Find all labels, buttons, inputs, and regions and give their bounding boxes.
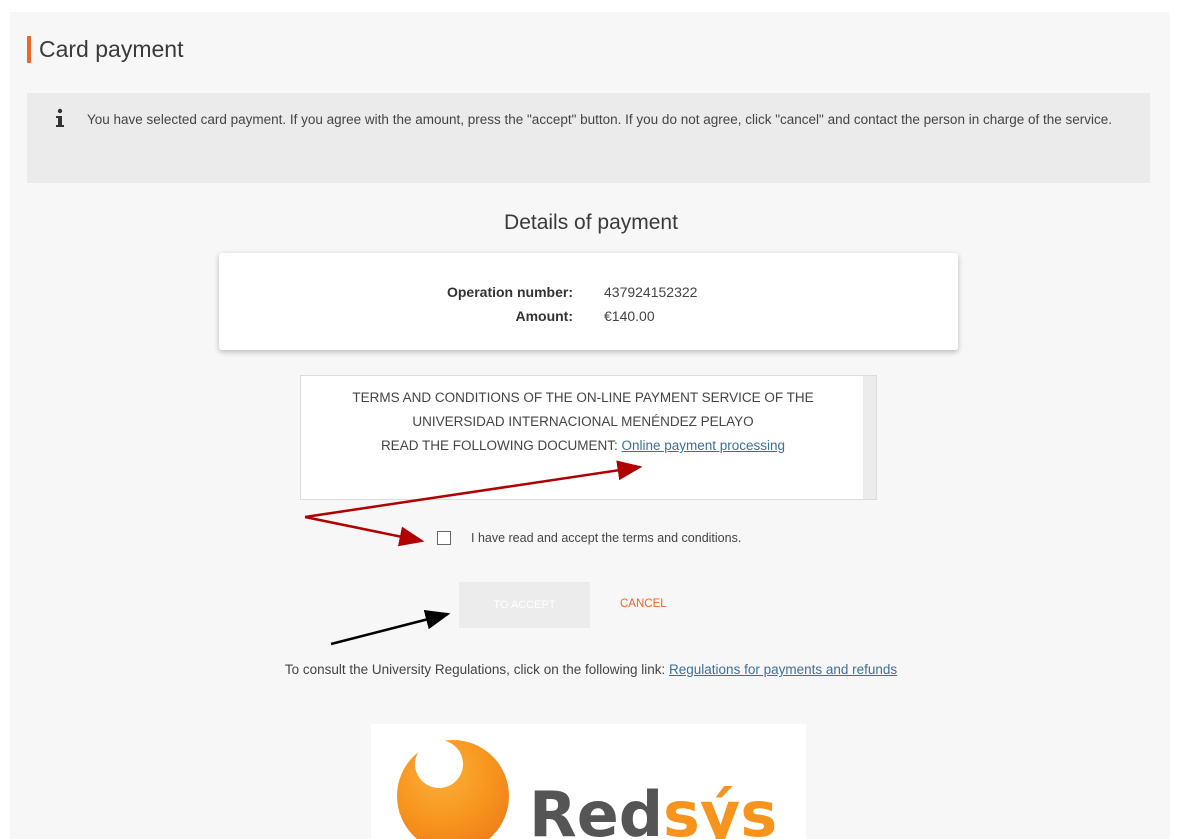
cancel-button[interactable]: CANCEL (620, 598, 667, 610)
terms-line-1: TERMS AND CONDITIONS OF THE ON-LINE PAYM… (352, 390, 814, 405)
terms-scrollbar[interactable] (863, 376, 876, 499)
title-accent-bar (27, 36, 31, 63)
accept-terms-checkbox[interactable] (437, 531, 451, 545)
page-title: Card payment (27, 36, 183, 63)
info-text: You have selected card payment. If you a… (87, 112, 1113, 127)
operation-number-label: Operation number: (446, 284, 573, 300)
online-payment-processing-link[interactable]: Online payment processing (621, 438, 785, 453)
terms-document-prefix: READ THE FOLLOWING DOCUMENT: (380, 438, 622, 453)
redsys-logo-graphic: Red sýs (397, 740, 777, 839)
page-title-text: Card payment (39, 36, 184, 62)
info-icon (56, 108, 64, 127)
terms-box: TERMS AND CONDITIONS OF THE ON-LINE PAYM… (300, 375, 877, 500)
amount-value: €140.00 (604, 308, 655, 324)
logo-text-accent: sýs (663, 778, 777, 839)
logo-orb-highlight (415, 740, 463, 788)
accept-terms-row[interactable]: I have read and accept the terms and con… (437, 531, 741, 545)
payment-details-card: Operation number: 437924152322 Amount: €… (219, 253, 958, 350)
regulations-notice: To consult the University Regulations, c… (0, 662, 1182, 677)
info-message: You have selected card payment. If you a… (27, 93, 1150, 183)
regulations-prefix: To consult the University Regulations, c… (284, 662, 670, 677)
logo-text-main: Red (529, 778, 663, 839)
terms-line-3: READ THE FOLLOWING DOCUMENT: Online paym… (301, 434, 865, 458)
accept-button[interactable]: TO ACCEPT (459, 582, 590, 628)
regulations-link[interactable]: Regulations for payments and refunds (669, 662, 897, 677)
redsys-logo: Red sýs (371, 724, 806, 839)
details-heading: Details of payment (504, 211, 678, 234)
amount-label: Amount: (515, 308, 573, 324)
terms-text: TERMS AND CONDITIONS OF THE ON-LINE PAYM… (301, 386, 865, 458)
terms-line-2: UNIVERSIDAD INTERNACIONAL MENÉNDEZ PELAY… (412, 414, 754, 429)
accept-terms-label[interactable]: I have read and accept the terms and con… (471, 531, 741, 545)
operation-number-value: 437924152322 (604, 284, 698, 300)
